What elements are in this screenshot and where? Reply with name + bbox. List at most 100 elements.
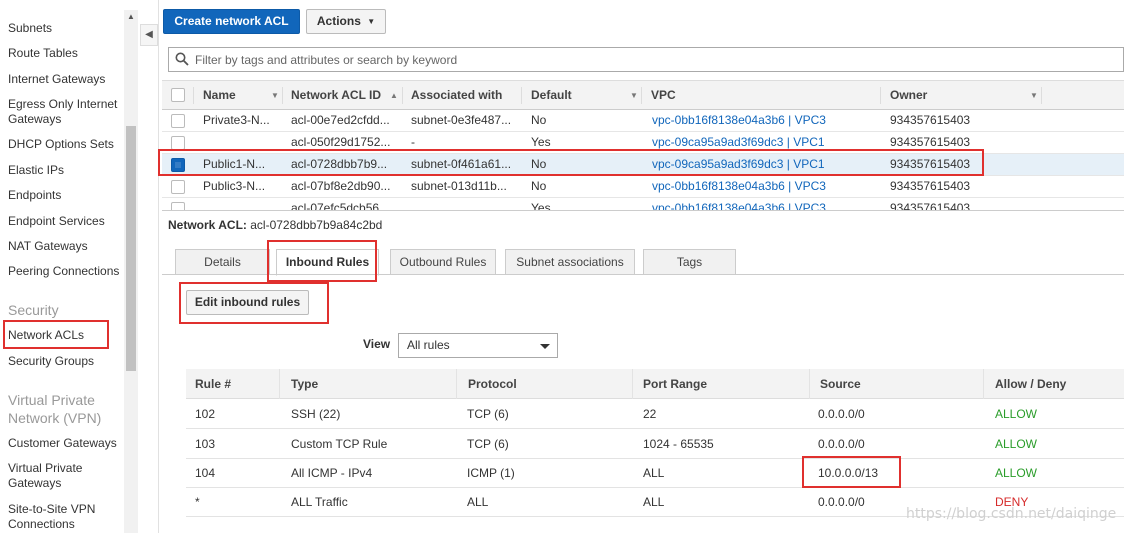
rule-port-range: ALL xyxy=(643,495,665,509)
acl-row[interactable]: acl-07efc5dcb56... Yes vpc-0bb16f8138e04… xyxy=(162,198,1124,210)
acl-vpc-link[interactable]: vpc-0bb16f8138e04a3b6 | VPC3 xyxy=(652,176,826,197)
rule-row: 104 All ICMP - IPv4 ICMP (1) ALL 10.0.0.… xyxy=(186,459,1124,488)
acl-table-header: Name ▼ Network ACL ID ▲ Associated with … xyxy=(162,80,1124,110)
scroll-up-icon[interactable]: ▲ xyxy=(124,10,138,24)
acl-vpc-link[interactable]: vpc-09ca95a9ad3f69dc3 | VPC1 xyxy=(652,154,825,175)
rule-type: Custom TCP Rule xyxy=(291,437,388,451)
col-associated-with[interactable]: Associated with xyxy=(411,81,502,110)
rule-row: 102 SSH (22) TCP (6) 22 0.0.0.0/0 ALLOW xyxy=(186,400,1124,429)
filter-input[interactable] xyxy=(195,51,1095,69)
acl-name: Public3-N... xyxy=(203,179,266,193)
tab-tags[interactable]: Tags xyxy=(643,249,736,275)
create-network-acl-button[interactable]: Create network ACL xyxy=(163,9,300,34)
rule-action-allow: ALLOW xyxy=(995,437,1038,451)
sidebar-item-elastic-ips[interactable]: Elastic IPs xyxy=(8,163,124,178)
rule-port-range: 22 xyxy=(643,407,657,421)
acl-owner: 934357615403 xyxy=(890,179,971,193)
rule-protocol: TCP (6) xyxy=(467,437,509,451)
acl-vpc-link[interactable]: vpc-0bb16f8138e04a3b6 | VPC3 xyxy=(652,198,826,210)
acl-owner: 934357615403 xyxy=(890,135,971,149)
rule-row: 103 Custom TCP Rule TCP (6) 1024 - 65535… xyxy=(186,430,1124,459)
pane-divider[interactable] xyxy=(162,210,1124,211)
actions-dropdown-button[interactable]: Actions ▼ xyxy=(306,9,386,34)
rule-protocol: ICMP (1) xyxy=(467,466,515,480)
col-vpc[interactable]: VPC xyxy=(651,81,676,110)
col-default[interactable]: Default xyxy=(531,81,572,110)
sidebar-item-customer-gateways[interactable]: Customer Gateways xyxy=(8,436,124,451)
sidebar-item-site-to-site-vpn[interactable]: Site-to-Site VPN Connections xyxy=(8,502,108,532)
acl-id: acl-00e7ed2cfdd... xyxy=(291,113,390,127)
sidebar: Subnets Route Tables Internet Gateways E… xyxy=(0,0,124,533)
rule-source: 0.0.0.0/0 xyxy=(818,495,865,509)
row-checkbox[interactable] xyxy=(171,202,185,210)
acl-name: Private3-N... xyxy=(203,113,270,127)
col-network-acl-id[interactable]: Network ACL ID xyxy=(291,81,381,110)
row-checkbox[interactable] xyxy=(171,136,185,150)
col-owner[interactable]: Owner xyxy=(890,81,927,110)
sort-icon[interactable]: ▼ xyxy=(1030,81,1038,110)
sidebar-item-subnets[interactable]: Subnets xyxy=(8,21,124,36)
caret-down-icon xyxy=(540,344,550,349)
acl-associated: - xyxy=(411,135,415,149)
view-label: View xyxy=(363,337,391,351)
sort-icon[interactable]: ▼ xyxy=(630,81,638,110)
row-checkbox-checked[interactable] xyxy=(171,158,185,172)
network-acl-id: acl-0728dbb7b9a84c2bd xyxy=(250,218,383,232)
acl-vpc-link[interactable]: vpc-0bb16f8138e04a3b6 | VPC3 xyxy=(652,110,826,131)
sidebar-item-nat-gateways[interactable]: NAT Gateways xyxy=(8,239,124,254)
acl-associated: subnet-0e3fe487... xyxy=(411,113,512,127)
acl-associated: subnet-013d11b... xyxy=(411,179,507,193)
col-rule-number: Rule # xyxy=(195,377,232,391)
sidebar-scroll-thumb[interactable] xyxy=(126,126,136,371)
acl-vpc-link[interactable]: vpc-09ca95a9ad3f69dc3 | VPC1 xyxy=(652,132,825,153)
tab-subnet-associations[interactable]: Subnet associations xyxy=(505,249,635,275)
select-all-checkbox[interactable] xyxy=(171,88,185,102)
tab-outbound-rules[interactable]: Outbound Rules xyxy=(390,249,496,275)
tab-baseline xyxy=(162,274,1124,275)
sidebar-item-peering-connections[interactable]: Peering Connections xyxy=(8,264,124,279)
row-checkbox[interactable] xyxy=(171,180,185,194)
rules-table-header: Rule # Type Protocol Port Range Source A… xyxy=(186,369,1124,399)
edit-inbound-rules-button[interactable]: Edit inbound rules xyxy=(186,290,309,315)
tab-inbound-rules[interactable]: Inbound Rules xyxy=(276,249,379,276)
sidebar-item-egress-only-internet-gateways[interactable]: Egress Only Internet Gateways xyxy=(8,97,124,127)
tab-details[interactable]: Details xyxy=(175,249,270,275)
filter-box[interactable] xyxy=(168,47,1124,72)
rule-number: 102 xyxy=(195,407,216,421)
sidebar-item-virtual-private-gateways[interactable]: Virtual Private Gateways xyxy=(8,461,108,491)
acl-default: No xyxy=(531,113,547,127)
sidebar-item-internet-gateways[interactable]: Internet Gateways xyxy=(8,72,124,87)
collapse-sidebar-icon[interactable]: ◀ xyxy=(140,24,158,46)
chevron-down-icon: ▼ xyxy=(367,17,376,26)
rule-number: 103 xyxy=(195,437,216,451)
rule-source: 10.0.0.0/13 xyxy=(818,466,879,480)
vertical-divider xyxy=(158,0,159,533)
acl-id: acl-07bf8e2db90... xyxy=(291,179,391,193)
sidebar-item-endpoint-services[interactable]: Endpoint Services xyxy=(8,214,124,229)
sort-asc-icon[interactable]: ▲ xyxy=(390,81,398,110)
sidebar-item-network-acls[interactable]: Network ACLs xyxy=(8,328,124,343)
acl-owner: 934357615403 xyxy=(890,113,971,127)
col-source: Source xyxy=(820,377,861,391)
row-checkbox[interactable] xyxy=(171,114,185,128)
sidebar-item-security-groups[interactable]: Security Groups xyxy=(8,354,124,369)
rule-type: ALL Traffic xyxy=(291,495,348,509)
rule-protocol: ALL xyxy=(467,495,489,509)
sidebar-heading-vpn: Virtual Private Network (VPN) xyxy=(8,392,102,426)
sidebar-item-endpoints[interactable]: Endpoints xyxy=(8,188,124,203)
acl-default: No xyxy=(531,157,547,171)
view-select[interactable]: All rules xyxy=(398,333,558,358)
rule-port-range: ALL xyxy=(643,466,665,480)
acl-row[interactable]: Private3-N... acl-00e7ed2cfdd... subnet-… xyxy=(162,110,1124,132)
sort-icon[interactable]: ▼ xyxy=(271,81,279,110)
acl-row[interactable]: acl-050f29d1752... - Yes vpc-09ca95a9ad3… xyxy=(162,132,1124,154)
rule-source: 0.0.0.0/0 xyxy=(818,437,865,451)
sidebar-item-route-tables[interactable]: Route Tables xyxy=(8,46,124,61)
sidebar-item-dhcp-options-sets[interactable]: DHCP Options Sets xyxy=(8,137,124,152)
rule-port-range: 1024 - 65535 xyxy=(643,437,714,451)
actions-label: Actions xyxy=(316,14,361,28)
search-icon xyxy=(175,52,189,66)
col-name[interactable]: Name xyxy=(203,81,236,110)
acl-row-selected[interactable]: Public1-N... acl-0728dbb7b9... subnet-0f… xyxy=(162,154,1124,176)
acl-row[interactable]: Public3-N... acl-07bf8e2db90... subnet-0… xyxy=(162,176,1124,198)
